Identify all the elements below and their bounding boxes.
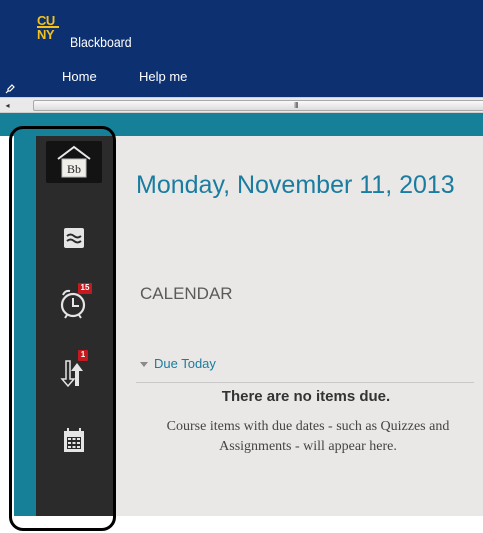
scroll-left-arrow-icon[interactable]: ◂ [2,100,13,111]
nav-help-link[interactable]: Help me [139,69,187,84]
pin-icon[interactable] [5,84,15,94]
horizontal-scrollbar[interactable]: ◂ III [0,97,483,113]
sidebar-item-grades[interactable]: 1 [46,350,102,393]
alarm-clock-icon [60,289,86,319]
empty-state-heading: There are no items due. [221,388,391,405]
left-accent-bar [14,136,36,516]
page-title: Monday, November 11, 2013 [136,171,455,199]
sidebar: Bb 15 1 [36,136,114,516]
sidebar-item-home[interactable]: Bb [46,141,102,183]
brand-name: Blackboard [70,34,132,50]
top-accent-bar [0,113,483,136]
calendar-grid-icon [64,428,84,452]
grades-badge: 1 [78,350,88,361]
chevron-down-icon [140,362,148,368]
up-down-arrows-icon [60,360,83,388]
bb-home-icon: Bb [57,145,91,178]
app-header: CU NY Blackboard Home Help me [0,0,483,97]
sidebar-item-due-dates[interactable]: 15 [46,281,102,323]
due-today-toggle[interactable]: Due Today [140,356,216,371]
empty-state-body: Course items with due dates - such as Qu… [166,419,450,454]
nav-home-link[interactable]: Home [62,69,97,84]
scrollbar-thumb[interactable]: III [33,100,483,111]
due-today-label: Due Today [154,356,216,371]
section-title: CALENDAR [140,284,233,303]
logo-text-bottom: NY [37,27,55,42]
home-icon-text: Bb [67,162,81,176]
cuny-logo: CU NY [37,14,65,44]
sidebar-item-calendar[interactable] [46,421,102,463]
scrollbar-grip-icon: III [294,101,299,110]
due-dates-badge: 15 [78,283,92,294]
calendar-panel: Monday, November 11, 2013 CALENDAR Due T… [114,136,483,516]
wave-stream-icon [64,228,84,248]
divider [136,382,474,383]
sidebar-item-activity-stream[interactable] [46,217,102,259]
